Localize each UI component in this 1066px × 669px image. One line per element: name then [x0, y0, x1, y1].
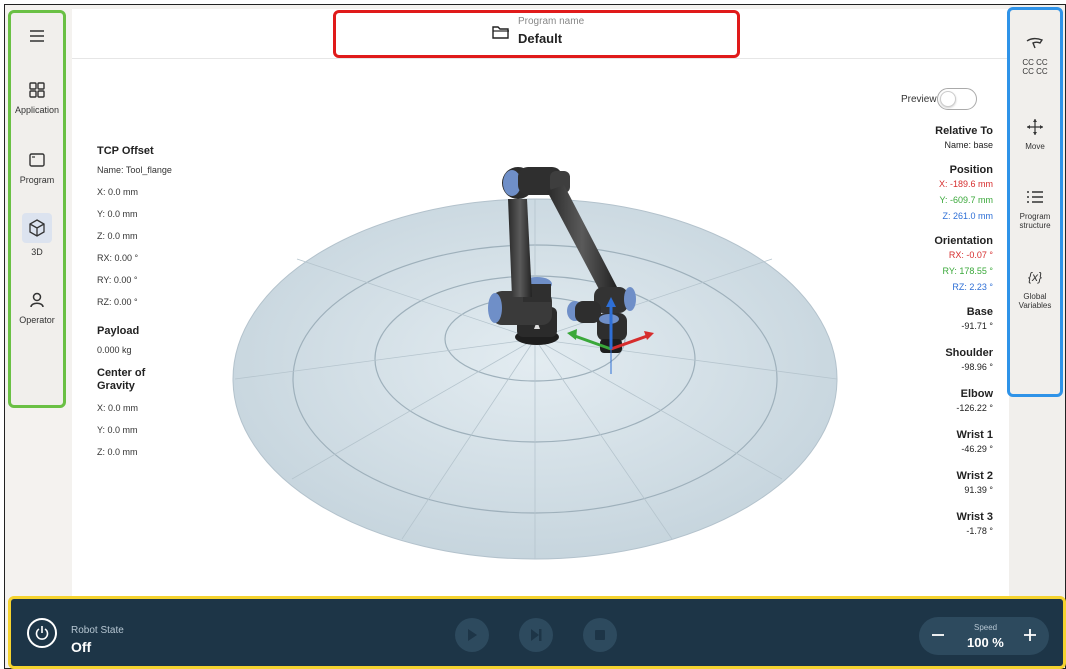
position-x: X: -189.6 mm — [938, 179, 993, 189]
position-heading: Position — [949, 164, 993, 176]
orientation-rz: RZ: 2.23 ° — [952, 282, 993, 292]
tcp-rz: RZ: 0.00 ° — [97, 297, 138, 307]
payload-value: 0.000 kg — [97, 345, 132, 355]
nav-program[interactable]: Program — [11, 149, 63, 185]
tcp-ry: RY: 0.00 ° — [97, 275, 138, 285]
nav-application[interactable]: Application — [11, 79, 63, 115]
joint-value: -46.29 ° — [961, 444, 993, 454]
nav-3d-label: 3D — [31, 247, 43, 257]
joint-value: 91.39 ° — [964, 485, 993, 495]
joint-value: -98.96 ° — [961, 362, 993, 372]
tcp-rx: RX: 0.00 ° — [97, 253, 139, 263]
list-icon — [1024, 186, 1046, 208]
move-icon — [1024, 116, 1046, 138]
play-icon — [468, 629, 477, 641]
joint-name: Base — [966, 306, 993, 318]
tcp-name: Name: Tool_flange — [97, 165, 172, 175]
orientation-heading: Orientation — [934, 235, 993, 247]
tcp-x: X: 0.0 mm — [97, 187, 139, 197]
joint-value: -91.71 ° — [961, 321, 993, 331]
nav-global-variables-label: Global Variables — [1018, 292, 1052, 310]
joint-value: -126.22 ° — [956, 403, 993, 413]
window-icon — [26, 149, 48, 171]
program-name-caption: Program name — [518, 16, 585, 27]
tcp-offset-heading: TCP Offset — [97, 145, 154, 157]
joint-value: -1.78 ° — [966, 526, 993, 536]
menu-button[interactable] — [11, 25, 63, 47]
speed-control: Speed 100 % — [919, 617, 1049, 655]
toggle-knob — [940, 91, 956, 107]
play-button[interactable] — [455, 618, 489, 652]
joint-name: Wrist 1 — [956, 429, 993, 441]
tcp-z: Z: 0.0 mm — [97, 231, 138, 241]
power-button[interactable] — [27, 618, 57, 648]
speed-decrease-button[interactable] — [923, 620, 953, 650]
pose-panel: Relative To Name: base Position X: -189.… — [833, 125, 993, 552]
step-icon — [531, 629, 542, 641]
nav-freedrive[interactable]: CC CC CC CC — [1010, 32, 1060, 76]
folder-icon — [492, 25, 510, 44]
bottom-bar: Robot State Off Speed 100 % — [8, 596, 1066, 669]
payload-heading: Payload — [97, 325, 140, 337]
program-name-value: Default — [518, 31, 563, 46]
robot-state-value: Off — [71, 639, 92, 655]
position-z: Z: 261.0 mm — [942, 211, 993, 221]
position-y: Y: -609.7 mm — [939, 195, 993, 205]
nav-move[interactable]: Move — [1010, 116, 1060, 151]
relative-to-heading: Relative To — [935, 125, 993, 137]
variables-icon: {x} — [1027, 269, 1042, 284]
nav-global-variables[interactable]: {x} Global Variables — [1010, 266, 1060, 311]
cog-z: Z: 0.0 mm — [97, 447, 138, 457]
preview-label: Preview — [901, 94, 937, 105]
stop-icon — [595, 630, 605, 640]
preview-toggle[interactable] — [937, 88, 977, 110]
right-sidebar: CC CC CC CC Move Program structure {x} G… — [1007, 7, 1063, 397]
joint-name: Elbow — [960, 388, 993, 400]
left-sidebar: Application Program 3D Operator — [8, 10, 66, 408]
nav-application-label: Application — [14, 105, 60, 115]
speed-label: Speed — [974, 623, 998, 632]
cog-heading-line1: Center of — [97, 367, 146, 379]
nav-program-label: Program — [19, 175, 55, 185]
person-icon — [26, 289, 48, 311]
step-button[interactable] — [519, 618, 553, 652]
orientation-ry: RY: 178.55 ° — [942, 266, 993, 276]
nav-program-structure[interactable]: Program structure — [1010, 186, 1060, 230]
nav-operator-label: Operator — [19, 315, 55, 325]
robot-state-label: Robot State — [71, 625, 124, 636]
cog-y: Y: 0.0 mm — [97, 425, 138, 435]
orientation-rx: RX: -0.07 ° — [948, 250, 993, 260]
nav-freedrive-label: CC CC CC CC — [1022, 58, 1048, 76]
joint-name: Wrist 3 — [956, 511, 993, 523]
joint-name: Shoulder — [945, 347, 993, 359]
stop-button[interactable] — [583, 618, 617, 652]
3d-viewport[interactable]: Preview TCP Offset Name: Tool_flange X: … — [72, 59, 1009, 599]
nav-3d[interactable]: 3D — [11, 213, 63, 257]
relative-to-name: Name: base — [944, 140, 993, 150]
power-icon — [35, 626, 49, 640]
joint-list: Base -91.71 ° Shoulder -98.96 ° Elbow -126.22… — [833, 306, 993, 552]
cube-icon — [22, 213, 52, 243]
nav-program-structure-label: Program structure — [1019, 212, 1051, 230]
nav-operator[interactable]: Operator — [11, 289, 63, 325]
speed-increase-button[interactable] — [1015, 620, 1045, 650]
plus-icon — [1024, 629, 1036, 641]
cog-heading-line2: Gravity — [97, 380, 135, 392]
cog-x: X: 0.0 mm — [97, 403, 139, 413]
menu-icon — [26, 25, 48, 47]
app-window: Preview TCP Offset Name: Tool_flange X: … — [4, 4, 1066, 669]
hand-icon — [1024, 32, 1046, 54]
minus-icon — [932, 634, 944, 636]
tcp-y: Y: 0.0 mm — [97, 209, 138, 219]
joint-name: Wrist 2 — [956, 470, 993, 482]
speed-value: 100 % — [967, 635, 1004, 650]
grid-icon — [26, 79, 48, 101]
nav-move-label: Move — [1025, 142, 1045, 151]
program-name-selector[interactable]: Program name Default — [333, 10, 740, 58]
